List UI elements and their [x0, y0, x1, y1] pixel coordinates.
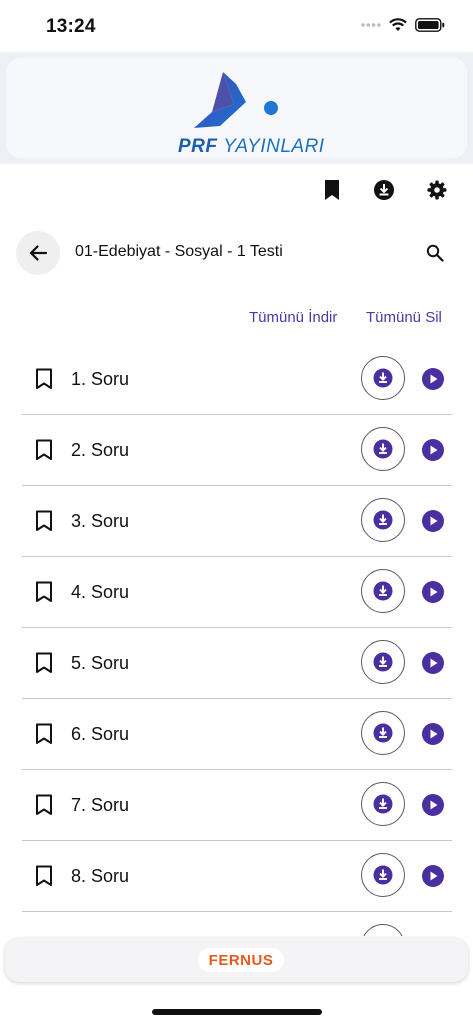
header-card: PRF YAYINLARI [6, 58, 467, 158]
question-label: 8. Soru [71, 866, 130, 886]
download-icon [373, 865, 393, 885]
bookmark-toggle-button[interactable] [34, 794, 54, 816]
question-row[interactable]: 4. Soru [22, 557, 452, 628]
question-row[interactable]: 8. Soru [22, 841, 452, 912]
download-icon [373, 723, 393, 743]
downloads-button[interactable] [371, 177, 397, 203]
battery-icon [415, 18, 445, 32]
settings-icon [427, 180, 447, 200]
brand-name: PRF YAYINLARI [178, 136, 325, 158]
page-title: 01-Edebiyat - Sosyal - 1 Testi [75, 243, 283, 260]
search-icon [426, 244, 444, 262]
delete-all-link[interactable]: Tümünü Sil [366, 309, 442, 326]
play-icon [422, 581, 444, 603]
top-toolbar [0, 177, 473, 203]
download-icon [373, 510, 393, 530]
play-question-button[interactable] [422, 581, 444, 603]
bookmark-outline-icon [36, 723, 52, 744]
download-question-button[interactable] [361, 498, 405, 542]
question-label: 6. Soru [71, 724, 130, 744]
download-icon [373, 368, 393, 388]
home-indicator [152, 1009, 322, 1015]
download-icon [374, 180, 394, 200]
brand-name-rest: YAYINLARI [223, 136, 325, 157]
question-row[interactable]: 2. Soru [22, 415, 452, 486]
download-question-button[interactable] [361, 356, 405, 400]
question-label: 5. Soru [71, 653, 130, 673]
bookmark-toggle-button[interactable] [34, 652, 54, 674]
fernus-logo[interactable]: FERNUS [198, 948, 284, 972]
play-icon [422, 368, 444, 390]
bookmark-toggle-button[interactable] [34, 581, 54, 603]
search-button[interactable] [423, 241, 447, 265]
play-icon [422, 510, 444, 532]
bookmark-outline-icon [36, 794, 52, 815]
question-list: 1. Soru 2. Soru 3. Soru 4. Soru 5. Soru 6. So… [22, 344, 452, 936]
bulk-actions: Tümünü İndir Tümünü Sil [0, 309, 473, 329]
bookmark-toggle-button[interactable] [34, 368, 54, 390]
download-question-button[interactable] [361, 782, 405, 826]
play-icon [422, 794, 444, 816]
question-row[interactable] [22, 912, 452, 936]
question-row[interactable]: 7. Soru [22, 770, 452, 841]
bookmark-toggle-button[interactable] [34, 723, 54, 745]
bookmark-toggle-button[interactable] [34, 865, 54, 887]
bookmark-toggle-button[interactable] [34, 510, 54, 532]
download-question-button[interactable] [361, 711, 405, 755]
download-all-link[interactable]: Tümünü İndir [249, 309, 337, 326]
prf-logo-icon [194, 72, 278, 128]
status-icons [361, 18, 445, 32]
question-row[interactable]: 5. Soru [22, 628, 452, 699]
play-icon [422, 439, 444, 461]
bookmark-icon [325, 180, 339, 200]
bookmark-outline-icon [36, 581, 52, 602]
bookmark-outline-icon [36, 652, 52, 673]
settings-button[interactable] [424, 177, 450, 203]
question-label: 1. Soru [71, 369, 130, 389]
play-question-button[interactable] [422, 368, 444, 390]
play-icon [422, 723, 444, 745]
play-question-button[interactable] [422, 723, 444, 745]
question-label: 4. Soru [71, 582, 130, 602]
question-label: 3. Soru [71, 511, 130, 531]
download-icon [373, 794, 393, 814]
play-question-button[interactable] [422, 652, 444, 674]
signal-icon [361, 23, 381, 27]
play-question-button[interactable] [422, 794, 444, 816]
question-label: 7. Soru [71, 795, 130, 815]
download-icon [373, 581, 393, 601]
status-bar: 13:24 [0, 0, 473, 52]
bottom-bar: FERNUS [5, 938, 468, 982]
bookmark-outline-icon [36, 510, 52, 531]
question-row[interactable]: 1. Soru [22, 344, 452, 415]
bookmark-outline-icon [36, 439, 52, 460]
wifi-icon [389, 18, 407, 31]
play-question-button[interactable] [422, 865, 444, 887]
download-question-button[interactable] [361, 569, 405, 613]
download-question-button[interactable] [361, 924, 405, 936]
bookmark-toggle-button[interactable] [34, 439, 54, 461]
back-button[interactable] [16, 231, 60, 275]
download-question-button[interactable] [361, 427, 405, 471]
download-question-button[interactable] [361, 640, 405, 684]
bookmarks-button[interactable] [319, 177, 345, 203]
back-arrow-icon [29, 245, 48, 261]
play-question-button[interactable] [422, 439, 444, 461]
header: PRF YAYINLARI [0, 52, 473, 164]
download-question-button[interactable] [361, 853, 405, 897]
download-icon [373, 439, 393, 459]
play-icon [422, 652, 444, 674]
question-row[interactable]: 3. Soru [22, 486, 452, 557]
question-label: 2. Soru [71, 440, 130, 460]
bookmark-outline-icon [36, 368, 52, 389]
download-icon [373, 652, 393, 672]
play-question-button[interactable] [422, 510, 444, 532]
question-row[interactable]: 6. Soru [22, 699, 452, 770]
status-time: 13:24 [46, 16, 96, 37]
play-icon [422, 865, 444, 887]
title-row: 01-Edebiyat - Sosyal - 1 Testi [0, 229, 473, 277]
brand-name-bold: PRF [178, 136, 218, 157]
bookmark-outline-icon [36, 865, 52, 886]
